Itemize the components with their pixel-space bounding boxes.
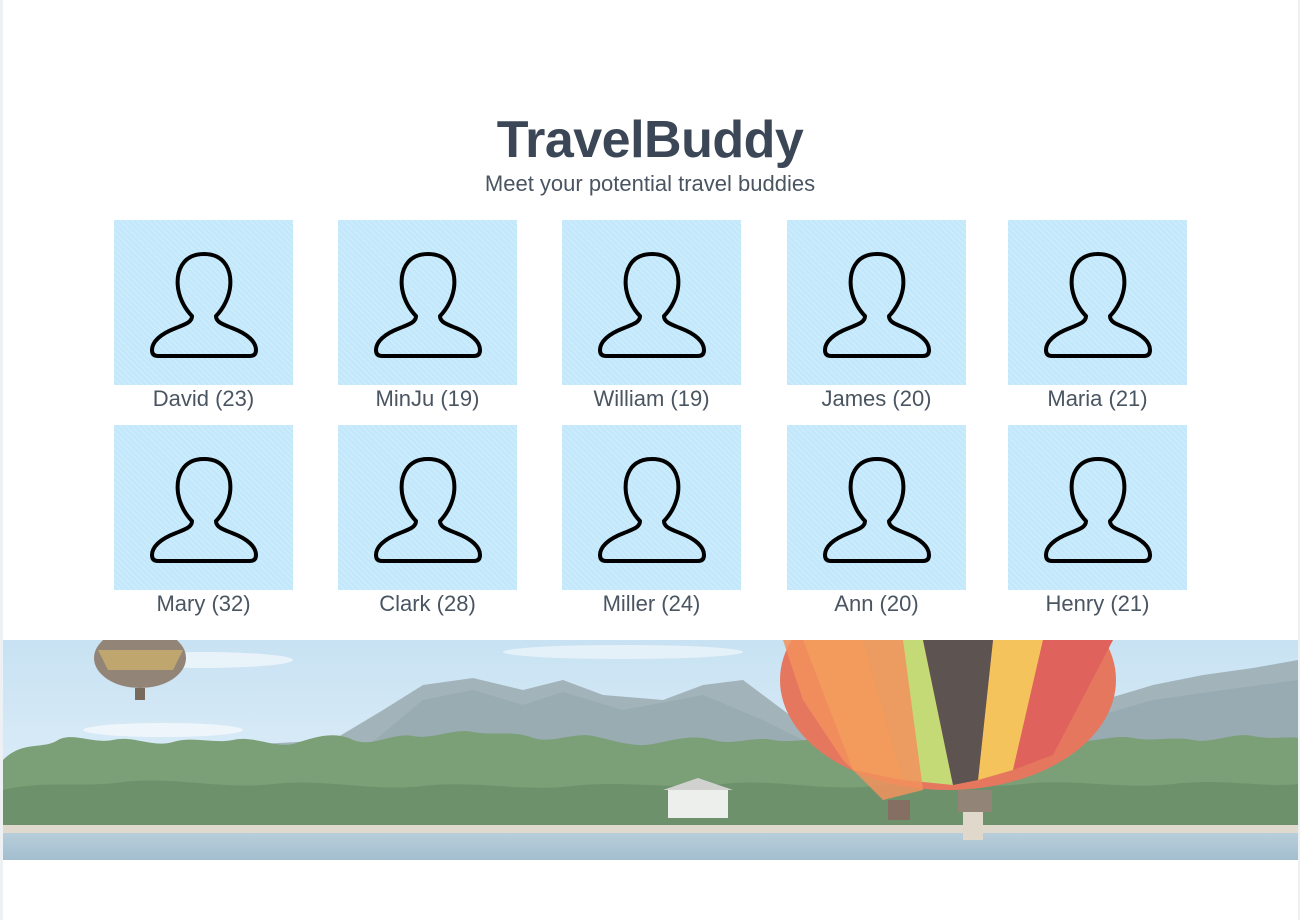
buddy-card[interactable]: William (19) — [562, 220, 742, 420]
buddy-card[interactable]: Miller (24) — [562, 425, 742, 625]
buddy-card[interactable]: Clark (28) — [338, 425, 518, 625]
avatar — [562, 220, 741, 385]
buddy-card[interactable]: Maria (21) — [1008, 220, 1188, 420]
page-title: TravelBuddy — [496, 111, 804, 169]
avatar — [1008, 425, 1187, 590]
buddy-card[interactable]: MinJu (19) — [338, 220, 518, 420]
buddy-name-age: MinJu (19) — [375, 386, 480, 411]
buddy-name-age: Maria (21) — [1047, 386, 1148, 411]
user-silhouette-icon — [150, 252, 258, 358]
page-subtitle: Meet your potential travel buddies — [484, 171, 816, 196]
avatar — [787, 425, 966, 590]
buddy-name-age: William (19) — [593, 386, 710, 411]
user-silhouette-icon — [598, 252, 706, 358]
buddy-name-age: James (20) — [821, 386, 932, 411]
avatar — [1008, 220, 1187, 385]
user-silhouette-icon — [374, 457, 482, 563]
user-silhouette-icon — [598, 457, 706, 563]
hero-banner-image — [3, 640, 1298, 860]
buddy-card[interactable]: James (20) — [787, 220, 967, 420]
buddy-name-age: Ann (20) — [834, 591, 919, 616]
page: TravelBuddy Meet your potential travel b… — [0, 0, 1300, 920]
user-silhouette-icon — [374, 252, 482, 358]
buddy-name-age: David (23) — [152, 386, 255, 411]
buddy-card[interactable]: Henry (21) — [1008, 425, 1188, 625]
user-silhouette-icon — [1044, 252, 1152, 358]
buddy-card[interactable]: David (23) — [114, 220, 294, 420]
buddy-name-age: Miller (24) — [602, 591, 701, 616]
user-silhouette-icon — [150, 457, 258, 563]
user-silhouette-icon — [823, 252, 931, 358]
buddy-card[interactable]: Ann (20) — [787, 425, 967, 625]
avatar — [338, 220, 517, 385]
avatar — [787, 220, 966, 385]
buddy-name-age: Mary (32) — [156, 591, 251, 616]
user-silhouette-icon — [823, 457, 931, 563]
avatar — [114, 220, 293, 385]
avatar — [114, 425, 293, 590]
avatar — [338, 425, 517, 590]
user-silhouette-icon — [1044, 457, 1152, 563]
banner-overlay — [3, 640, 1298, 860]
buddy-name-age: Henry (21) — [1045, 591, 1150, 616]
buddy-card[interactable]: Mary (32) — [114, 425, 294, 625]
buddy-name-age: Clark (28) — [379, 591, 476, 616]
avatar — [562, 425, 741, 590]
